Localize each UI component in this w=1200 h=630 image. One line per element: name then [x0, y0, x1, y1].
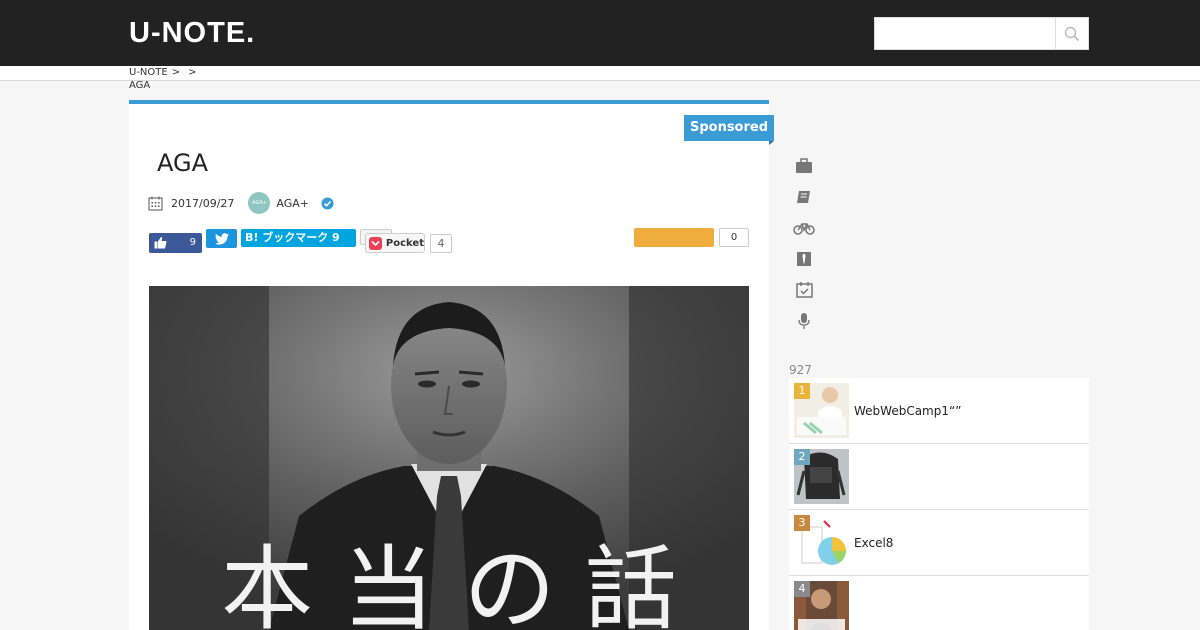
pocket-label: Pocket: [385, 237, 424, 249]
stock-count: 0: [719, 228, 749, 247]
ranking-thumbnail: 1: [794, 383, 849, 438]
ranking-thumbnail: 4: [794, 581, 849, 630]
breadcrumb: U-NOTE > >: [129, 67, 201, 79]
ranking-item[interactable]: 4: [789, 576, 1089, 630]
briefcase-icon: [796, 157, 812, 173]
ranking-number: 4: [794, 581, 810, 597]
category-icon-list: [793, 150, 815, 336]
breadcrumb-separator: >: [188, 67, 197, 78]
breadcrumb-separator: >: [171, 67, 181, 78]
ranking-item[interactable]: 2: [789, 444, 1089, 510]
article-title: AGA: [157, 149, 209, 177]
twitter-bird-icon: [214, 232, 229, 245]
category-interview[interactable]: [793, 305, 815, 336]
author-name[interactable]: AGA+: [276, 197, 309, 210]
category-lifestyle[interactable]: [793, 212, 815, 243]
ranking-count: 927: [789, 363, 812, 377]
search-input[interactable]: [875, 18, 1055, 49]
ranking-item[interactable]: 1 WebWebCamp1“”: [789, 378, 1089, 444]
book-icon: [797, 190, 810, 203]
hatena-bookmark-button[interactable]: B! ブックマーク 9: [241, 229, 356, 247]
ranking-list: 1 WebWebCamp1“” 2 3 Excel8 4: [789, 378, 1089, 630]
site-logo[interactable]: U-NOTE.: [129, 16, 255, 50]
article-date: 2017/09/27: [171, 196, 235, 210]
article-hero-image: 本 当 の 話: [149, 286, 749, 630]
ranking-title: Excel8: [854, 536, 894, 550]
ranking-number: 1: [794, 383, 810, 399]
category-career[interactable]: [793, 243, 815, 274]
ranking-thumbnail: 3: [794, 515, 849, 570]
search-button[interactable]: [1055, 18, 1088, 49]
breadcrumb-home-link[interactable]: U-NOTE: [129, 67, 168, 78]
twitter-share-button[interactable]: [206, 229, 237, 248]
verified-check-icon: [321, 197, 334, 209]
tie-icon: [797, 251, 811, 266]
category-business[interactable]: [793, 150, 815, 181]
microphone-icon: [798, 312, 810, 329]
pocket-button[interactable]: Pocket: [365, 233, 425, 253]
breadcrumb-current: AGA: [129, 80, 151, 91]
author-avatar-text: AGA+: [251, 200, 267, 206]
ranking-item[interactable]: 3 Excel8: [789, 510, 1089, 576]
category-schedule[interactable]: [793, 274, 815, 305]
site-header: U-NOTE.: [0, 0, 1200, 66]
pocket-count: 4: [430, 234, 452, 253]
category-study[interactable]: [793, 181, 815, 212]
stock-button[interactable]: [634, 228, 714, 247]
search-box: [874, 17, 1089, 50]
ranking-number: 2: [794, 449, 810, 465]
pocket-icon: [369, 236, 382, 250]
ranking-thumbnail: 2: [794, 449, 849, 504]
bicycle-icon: [793, 222, 815, 235]
facebook-like-button[interactable]: 9: [149, 233, 202, 253]
ranking-title: WebWebCamp1“”: [854, 404, 962, 418]
thumbs-up-icon: [154, 237, 167, 249]
calendar-check-icon: [795, 282, 813, 298]
search-icon: [1064, 26, 1080, 41]
author-avatar[interactable]: AGA+: [248, 192, 271, 214]
hero-caption-text: 本 当 の 話: [221, 536, 677, 630]
sponsored-badge: Sponsored: [684, 115, 774, 145]
facebook-like-count: 9: [189, 237, 196, 248]
calendar-icon: [148, 196, 163, 210]
article-meta: 2017/09/27 AGA+ AGA+: [148, 190, 334, 216]
ranking-number: 3: [794, 515, 810, 531]
portrait-photo: 本 当 の 話: [149, 286, 749, 630]
